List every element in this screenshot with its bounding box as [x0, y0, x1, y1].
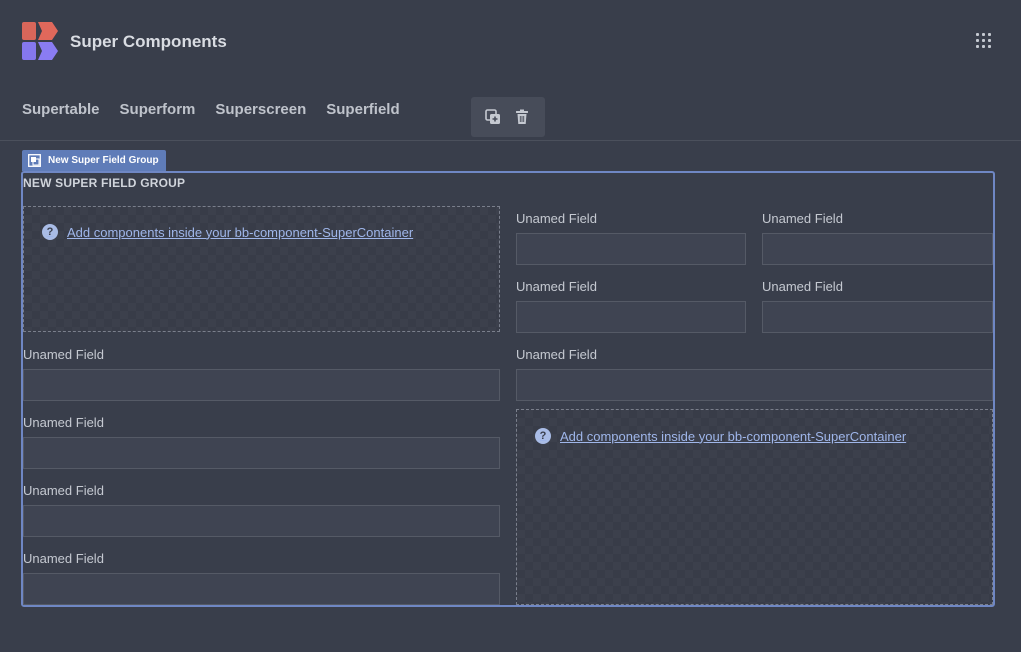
app-grid-icon[interactable]	[976, 33, 992, 49]
field-label: Unamed Field	[23, 551, 104, 566]
help-icon: ?	[42, 224, 58, 240]
field-label: Unamed Field	[23, 415, 104, 430]
field-label: Unamed Field	[516, 347, 597, 362]
field-input[interactable]	[762, 301, 993, 333]
field-input[interactable]	[23, 573, 500, 605]
field-group-title: NEW SUPER FIELD GROUP	[23, 176, 186, 190]
trash-icon[interactable]	[513, 108, 531, 126]
app-header: Super Components Supertable Superform Su…	[0, 0, 1021, 140]
field-input[interactable]	[23, 437, 500, 469]
add-components-link[interactable]: ? Add components inside your bb-componen…	[42, 224, 413, 240]
add-components-text: Add components inside your bb-component-…	[67, 224, 414, 240]
field-group-tag[interactable]: New Super Field Group	[22, 150, 166, 171]
field-label: Unamed Field	[516, 211, 597, 226]
add-components-text: Add components inside your bb-component-…	[560, 428, 907, 444]
header-divider	[0, 140, 1021, 141]
field-input[interactable]	[23, 505, 500, 537]
app-title: Super Components	[70, 32, 227, 51]
add-components-link[interactable]: ? Add components inside your bb-componen…	[535, 428, 906, 444]
duplicate-icon[interactable]	[484, 108, 502, 126]
field-group-icon	[28, 154, 41, 167]
help-icon: ?	[535, 428, 551, 444]
field-group-tag-label: New Super Field Group	[48, 155, 159, 166]
nav-item-superfield[interactable]: Superfield	[326, 101, 399, 118]
field-label: Unamed Field	[23, 347, 104, 362]
field-input[interactable]	[516, 233, 746, 265]
nav-item-superform[interactable]: Superform	[120, 101, 196, 118]
field-label: Unamed Field	[516, 279, 597, 294]
field-input[interactable]	[762, 233, 993, 265]
nav-item-supertable[interactable]: Supertable	[22, 101, 100, 118]
component-toolbar	[471, 97, 545, 137]
field-label: Unamed Field	[23, 483, 104, 498]
super-components-logo-icon	[22, 22, 58, 60]
field-input[interactable]	[23, 369, 500, 401]
field-input[interactable]	[516, 301, 746, 333]
nav-item-superscreen[interactable]: Superscreen	[215, 101, 306, 118]
field-input[interactable]	[516, 369, 993, 401]
field-label: Unamed Field	[762, 211, 843, 226]
field-label: Unamed Field	[762, 279, 843, 294]
main-nav: Supertable Superform Superscreen Superfi…	[22, 101, 420, 118]
